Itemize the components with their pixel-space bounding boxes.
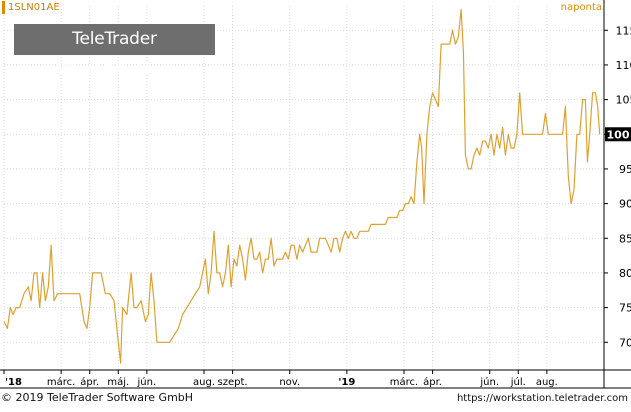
x-tick-label: ápr. [80, 376, 99, 388]
brand-logo: TeleTrader WorkStation [14, 24, 215, 55]
copyright-text: © 2019 TeleTrader Software GmbH [1, 390, 193, 406]
y-tick-label: 115 [616, 24, 631, 37]
chart-root: 70 75 80 85 90 95 100 105 110 115 '18 márc. ápr. máj.… [0, 0, 631, 408]
symbol-label: 1SLN01AE [2, 1, 60, 14]
y-tick-label: 85 [619, 232, 631, 245]
x-tick-label: márc. [47, 376, 75, 388]
y-tick-label: 80 [619, 267, 631, 280]
x-tick-label: nov. [279, 377, 300, 388]
x-tick-label: '19 [338, 377, 355, 388]
source-url[interactable]: https://workstation.teletrader.com [457, 391, 628, 406]
x-tick-label: aug. [536, 377, 558, 388]
brand-name-regular: TeleTrader [72, 29, 157, 49]
y-tick-label: 95 [619, 163, 631, 176]
y-tick-label: 70 [619, 336, 631, 349]
x-tick-label: jún. [137, 376, 157, 388]
interval-label[interactable]: naponta [561, 2, 602, 14]
x-tick-label: márc. [390, 376, 418, 388]
x-tick-label: júl. [510, 376, 526, 388]
x-tick-label: '18 [5, 377, 22, 388]
brand-name-bold: WorkStation [56, 60, 173, 80]
y-tick-label: 110 [616, 59, 631, 72]
y-tick-label: 90 [619, 198, 631, 211]
x-tick-label: jún. [479, 376, 499, 388]
x-tick-label: szept. [218, 377, 248, 388]
x-tick-label: aug. [193, 377, 215, 388]
x-tick-label: ápr. [423, 376, 442, 388]
y-tick-label: 105 [616, 94, 631, 107]
x-tick-label: máj. [107, 376, 129, 388]
y-tick-label: 75 [619, 302, 631, 315]
current-value-label: 100 [607, 128, 630, 141]
